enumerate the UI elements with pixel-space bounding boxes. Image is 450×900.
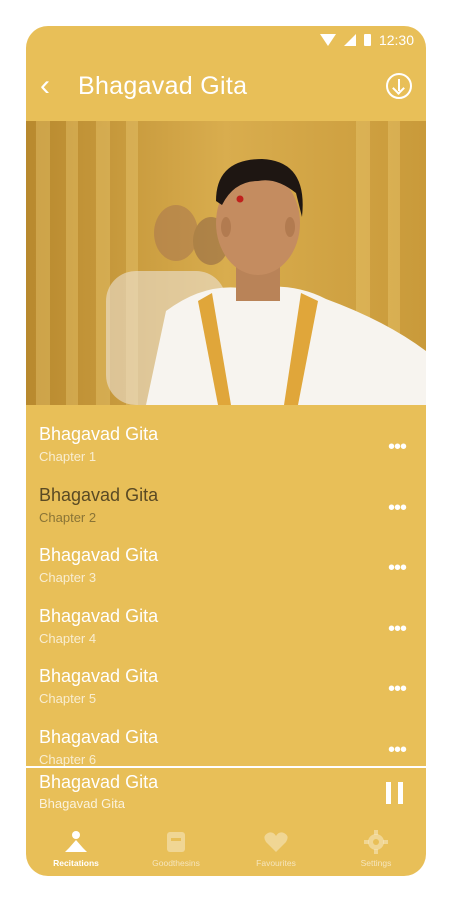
track-item[interactable]: Bhagavad Gita Chapter 6 ••• <box>26 719 426 767</box>
track-chapter: Chapter 5 <box>39 691 97 706</box>
track-name: Bhagavad Gita <box>39 605 159 626</box>
tab-label: Settings <box>360 858 392 868</box>
more-options-icon[interactable]: ••• <box>388 436 407 459</box>
tab-settings[interactable]: Settings <box>326 822 426 876</box>
page-title: Bhagavad Gita <box>78 71 248 100</box>
track-name: Bhagavad Gita <box>39 424 159 444</box>
bottom-nav: Recitations Goodthesins Favourites Settings <box>26 822 426 876</box>
tab-label: Favourites <box>256 858 296 868</box>
signal-icon <box>343 34 356 46</box>
track-chapter: Chapter 2 <box>39 509 97 525</box>
track-chapter: Chapter 4 <box>39 630 97 646</box>
status-time: 12:30 <box>378 32 414 48</box>
now-playing-title: Bhagavad Gita <box>39 772 159 792</box>
track-chapter: Chapter 1 <box>39 449 97 464</box>
tab-label: Goodthesins <box>152 858 200 868</box>
tab-goodthesins[interactable]: Goodthesins <box>126 822 226 876</box>
track-name: Bhagavad Gita <box>39 666 159 686</box>
track-item[interactable]: Bhagavad Gita Chapter 4 ••• <box>26 598 426 659</box>
tab-favourites[interactable]: Favourites <box>226 822 326 876</box>
track-item[interactable]: Bhagavad Gita Chapter 1 ••• <box>26 416 426 477</box>
track-item[interactable]: Bhagavad Gita Chapter 2 ••• <box>26 477 426 538</box>
more-options-icon[interactable]: ••• <box>388 678 407 701</box>
track-chapter: Chapter 6 <box>39 751 97 767</box>
tab-label: Recitations <box>53 858 99 868</box>
track-name: Bhagavad Gita <box>39 545 159 565</box>
more-options-icon[interactable]: ••• <box>388 618 407 641</box>
track-name: Bhagavad Gita <box>39 726 159 747</box>
priest-photo <box>26 121 426 405</box>
status-bar: 12:30 <box>26 26 426 54</box>
now-playing-bar[interactable]: Bhagavad Gita Bhagavad Gita <box>26 766 426 818</box>
track-list: Bhagavad Gita Chapter 1 ••• Bhagavad Gita Ch… <box>26 416 426 766</box>
heart-icon <box>263 830 289 854</box>
back-arrow-icon[interactable]: ‹ <box>40 71 74 101</box>
track-chapter: Chapter 3 <box>39 570 97 585</box>
wifi-icon <box>319 34 336 46</box>
more-options-icon[interactable]: ••• <box>388 557 407 580</box>
hero-image <box>26 121 426 405</box>
battery-icon <box>363 34 371 46</box>
download-icon[interactable] <box>386 73 412 99</box>
meditation-icon <box>63 830 89 854</box>
pause-icon[interactable] <box>386 782 404 804</box>
track-item[interactable]: Bhagavad Gita Chapter 5 ••• <box>26 658 426 719</box>
track-item[interactable]: Bhagavad Gita Chapter 3 ••• <box>26 537 426 598</box>
book-icon <box>163 830 189 854</box>
more-options-icon[interactable]: ••• <box>388 739 407 762</box>
app-bar: ‹ Bhagavad Gita <box>26 54 426 118</box>
now-playing-subtitle: Bhagavad Gita <box>39 796 126 811</box>
tab-recitations[interactable]: Recitations <box>26 822 126 876</box>
gear-icon <box>363 830 389 854</box>
track-name: Bhagavad Gita <box>39 484 159 505</box>
more-options-icon[interactable]: ••• <box>388 497 407 520</box>
app-screen: 12:30 ‹ Bhagavad Gita Bhagavad Gita Chap… <box>26 26 426 876</box>
